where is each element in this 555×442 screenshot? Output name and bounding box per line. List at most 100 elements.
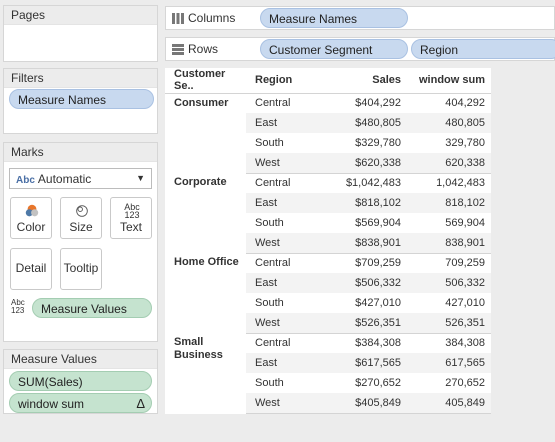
marks-title: Marks (4, 143, 157, 162)
measure-pill-window-sum[interactable]: window sum Δ (9, 393, 152, 413)
window-sum-cell[interactable]: 480,805 (407, 113, 491, 133)
size-button[interactable]: Size (60, 197, 102, 239)
filters-title: Filters (4, 69, 157, 88)
header-region[interactable]: Region (246, 68, 312, 94)
region-cell[interactable]: South (246, 213, 312, 233)
delta-icon: Δ (136, 396, 145, 411)
detail-button[interactable]: Detail (10, 248, 52, 290)
color-button[interactable]: Color (10, 197, 52, 239)
region-cell[interactable]: Central (246, 93, 312, 113)
pages-card[interactable]: Pages (3, 5, 158, 62)
sales-cell[interactable]: $569,904 (312, 213, 407, 233)
text-icon: Abc 123 (124, 202, 140, 220)
mark-type-select[interactable]: Abc Automatic ▼ (9, 168, 152, 189)
sales-cell[interactable]: $1,042,483 (312, 173, 407, 193)
segment-cell[interactable]: Corporate (165, 173, 246, 253)
table-row[interactable]: Small Business Central $384,308 384,308 (165, 333, 491, 361)
rows-pill-region[interactable]: Region (411, 39, 555, 59)
region-cell[interactable]: West (246, 393, 312, 414)
tooltip-button[interactable]: Tooltip (60, 248, 102, 290)
window-sum-cell[interactable]: 384,308 (407, 333, 491, 353)
crosstab-table: Customer Se.. Region Sales window sum Co… (165, 68, 491, 414)
mark-type-value: Automatic (37, 172, 92, 186)
region-cell[interactable]: East (246, 113, 312, 133)
header-customer-segment[interactable]: Customer Se.. (165, 68, 246, 94)
window-sum-cell[interactable]: 1,042,483 (407, 173, 491, 193)
abc-icon: Abc (16, 175, 35, 186)
window-sum-cell[interactable]: 404,292 (407, 93, 491, 113)
region-cell[interactable]: East (246, 273, 312, 293)
sales-cell[interactable]: $405,849 (312, 393, 407, 414)
sales-cell[interactable]: $838,901 (312, 233, 407, 254)
window-sum-cell[interactable]: 617,565 (407, 353, 491, 373)
sales-cell[interactable]: $384,308 (312, 333, 407, 353)
rows-icon (172, 44, 184, 56)
measure-pill-sum-sales[interactable]: SUM(Sales) (9, 371, 152, 391)
table-row[interactable]: Corporate Central $1,042,483 1,042,483 (165, 173, 491, 193)
segment-cell[interactable]: Consumer (165, 93, 246, 173)
size-label: Size (69, 220, 93, 234)
window-sum-cell[interactable]: 818,102 (407, 193, 491, 213)
region-cell[interactable]: East (246, 353, 312, 373)
sales-cell[interactable]: $506,332 (312, 273, 407, 293)
region-cell[interactable]: West (246, 313, 312, 334)
columns-icon (172, 13, 184, 25)
sales-cell[interactable]: $480,805 (312, 113, 407, 133)
sales-cell[interactable]: $620,338 (312, 153, 407, 174)
table-row[interactable]: Home Office Central $709,259 709,259 (165, 253, 491, 273)
color-label: Color (16, 220, 46, 234)
color-icon (25, 204, 39, 217)
window-sum-cell[interactable]: 838,901 (407, 233, 491, 254)
header-window-sum[interactable]: window sum (407, 68, 491, 94)
columns-label: Columns (188, 11, 236, 25)
marks-pill-measure-values[interactable]: Measure Values (32, 298, 152, 318)
columns-shelf[interactable]: Columns Measure Names (165, 6, 555, 30)
region-cell[interactable]: Central (246, 253, 312, 273)
sales-cell[interactable]: $526,351 (312, 313, 407, 334)
text-button[interactable]: Abc 123 Text (110, 197, 152, 239)
sales-cell[interactable]: $709,259 (312, 253, 407, 273)
table-row[interactable]: Consumer Central $404,292 404,292 (165, 93, 491, 113)
sales-cell[interactable]: $404,292 (312, 93, 407, 113)
window-sum-cell[interactable]: 569,904 (407, 213, 491, 233)
rows-shelf[interactable]: Rows Customer Segment Region (165, 37, 555, 61)
rows-label: Rows (188, 42, 219, 56)
window-sum-cell[interactable]: 427,010 (407, 293, 491, 313)
chevron-down-icon: ▼ (136, 173, 145, 183)
segment-cell[interactable]: Small Business (165, 333, 246, 413)
sales-cell[interactable]: $329,780 (312, 133, 407, 153)
filters-card[interactable]: Filters Measure Names (3, 68, 158, 134)
measure-values-mark-icon: Abc 123 (11, 298, 25, 315)
rows-pill-customer-segment[interactable]: Customer Segment (260, 39, 408, 59)
sales-cell[interactable]: $617,565 (312, 353, 407, 373)
region-cell[interactable]: Central (246, 173, 312, 193)
columns-pill-measure-names[interactable]: Measure Names (260, 8, 408, 28)
window-sum-cell[interactable]: 526,351 (407, 313, 491, 334)
tooltip-label: Tooltip (63, 261, 99, 275)
sales-cell[interactable]: $818,102 (312, 193, 407, 213)
window-sum-label: window sum (18, 397, 85, 411)
measure-values-title: Measure Values (4, 350, 157, 369)
window-sum-cell[interactable]: 270,652 (407, 373, 491, 393)
window-sum-cell[interactable]: 329,780 (407, 133, 491, 153)
filter-pill-measure-names[interactable]: Measure Names (9, 89, 154, 109)
region-cell[interactable]: Central (246, 333, 312, 353)
pages-title: Pages (4, 6, 157, 25)
crosstab-view: Customer Se.. Region Sales window sum Co… (165, 68, 491, 414)
sales-cell[interactable]: $270,652 (312, 373, 407, 393)
text-label: Text (119, 220, 142, 234)
segment-cell[interactable]: Home Office (165, 253, 246, 333)
window-sum-cell[interactable]: 709,259 (407, 253, 491, 273)
region-cell[interactable]: South (246, 293, 312, 313)
sales-cell[interactable]: $427,010 (312, 293, 407, 313)
detail-label: Detail (15, 261, 47, 275)
region-cell[interactable]: West (246, 153, 312, 174)
header-sales[interactable]: Sales (312, 68, 407, 94)
window-sum-cell[interactable]: 405,849 (407, 393, 491, 414)
window-sum-cell[interactable]: 506,332 (407, 273, 491, 293)
window-sum-cell[interactable]: 620,338 (407, 153, 491, 174)
region-cell[interactable]: East (246, 193, 312, 213)
region-cell[interactable]: South (246, 373, 312, 393)
region-cell[interactable]: West (246, 233, 312, 254)
region-cell[interactable]: South (246, 133, 312, 153)
